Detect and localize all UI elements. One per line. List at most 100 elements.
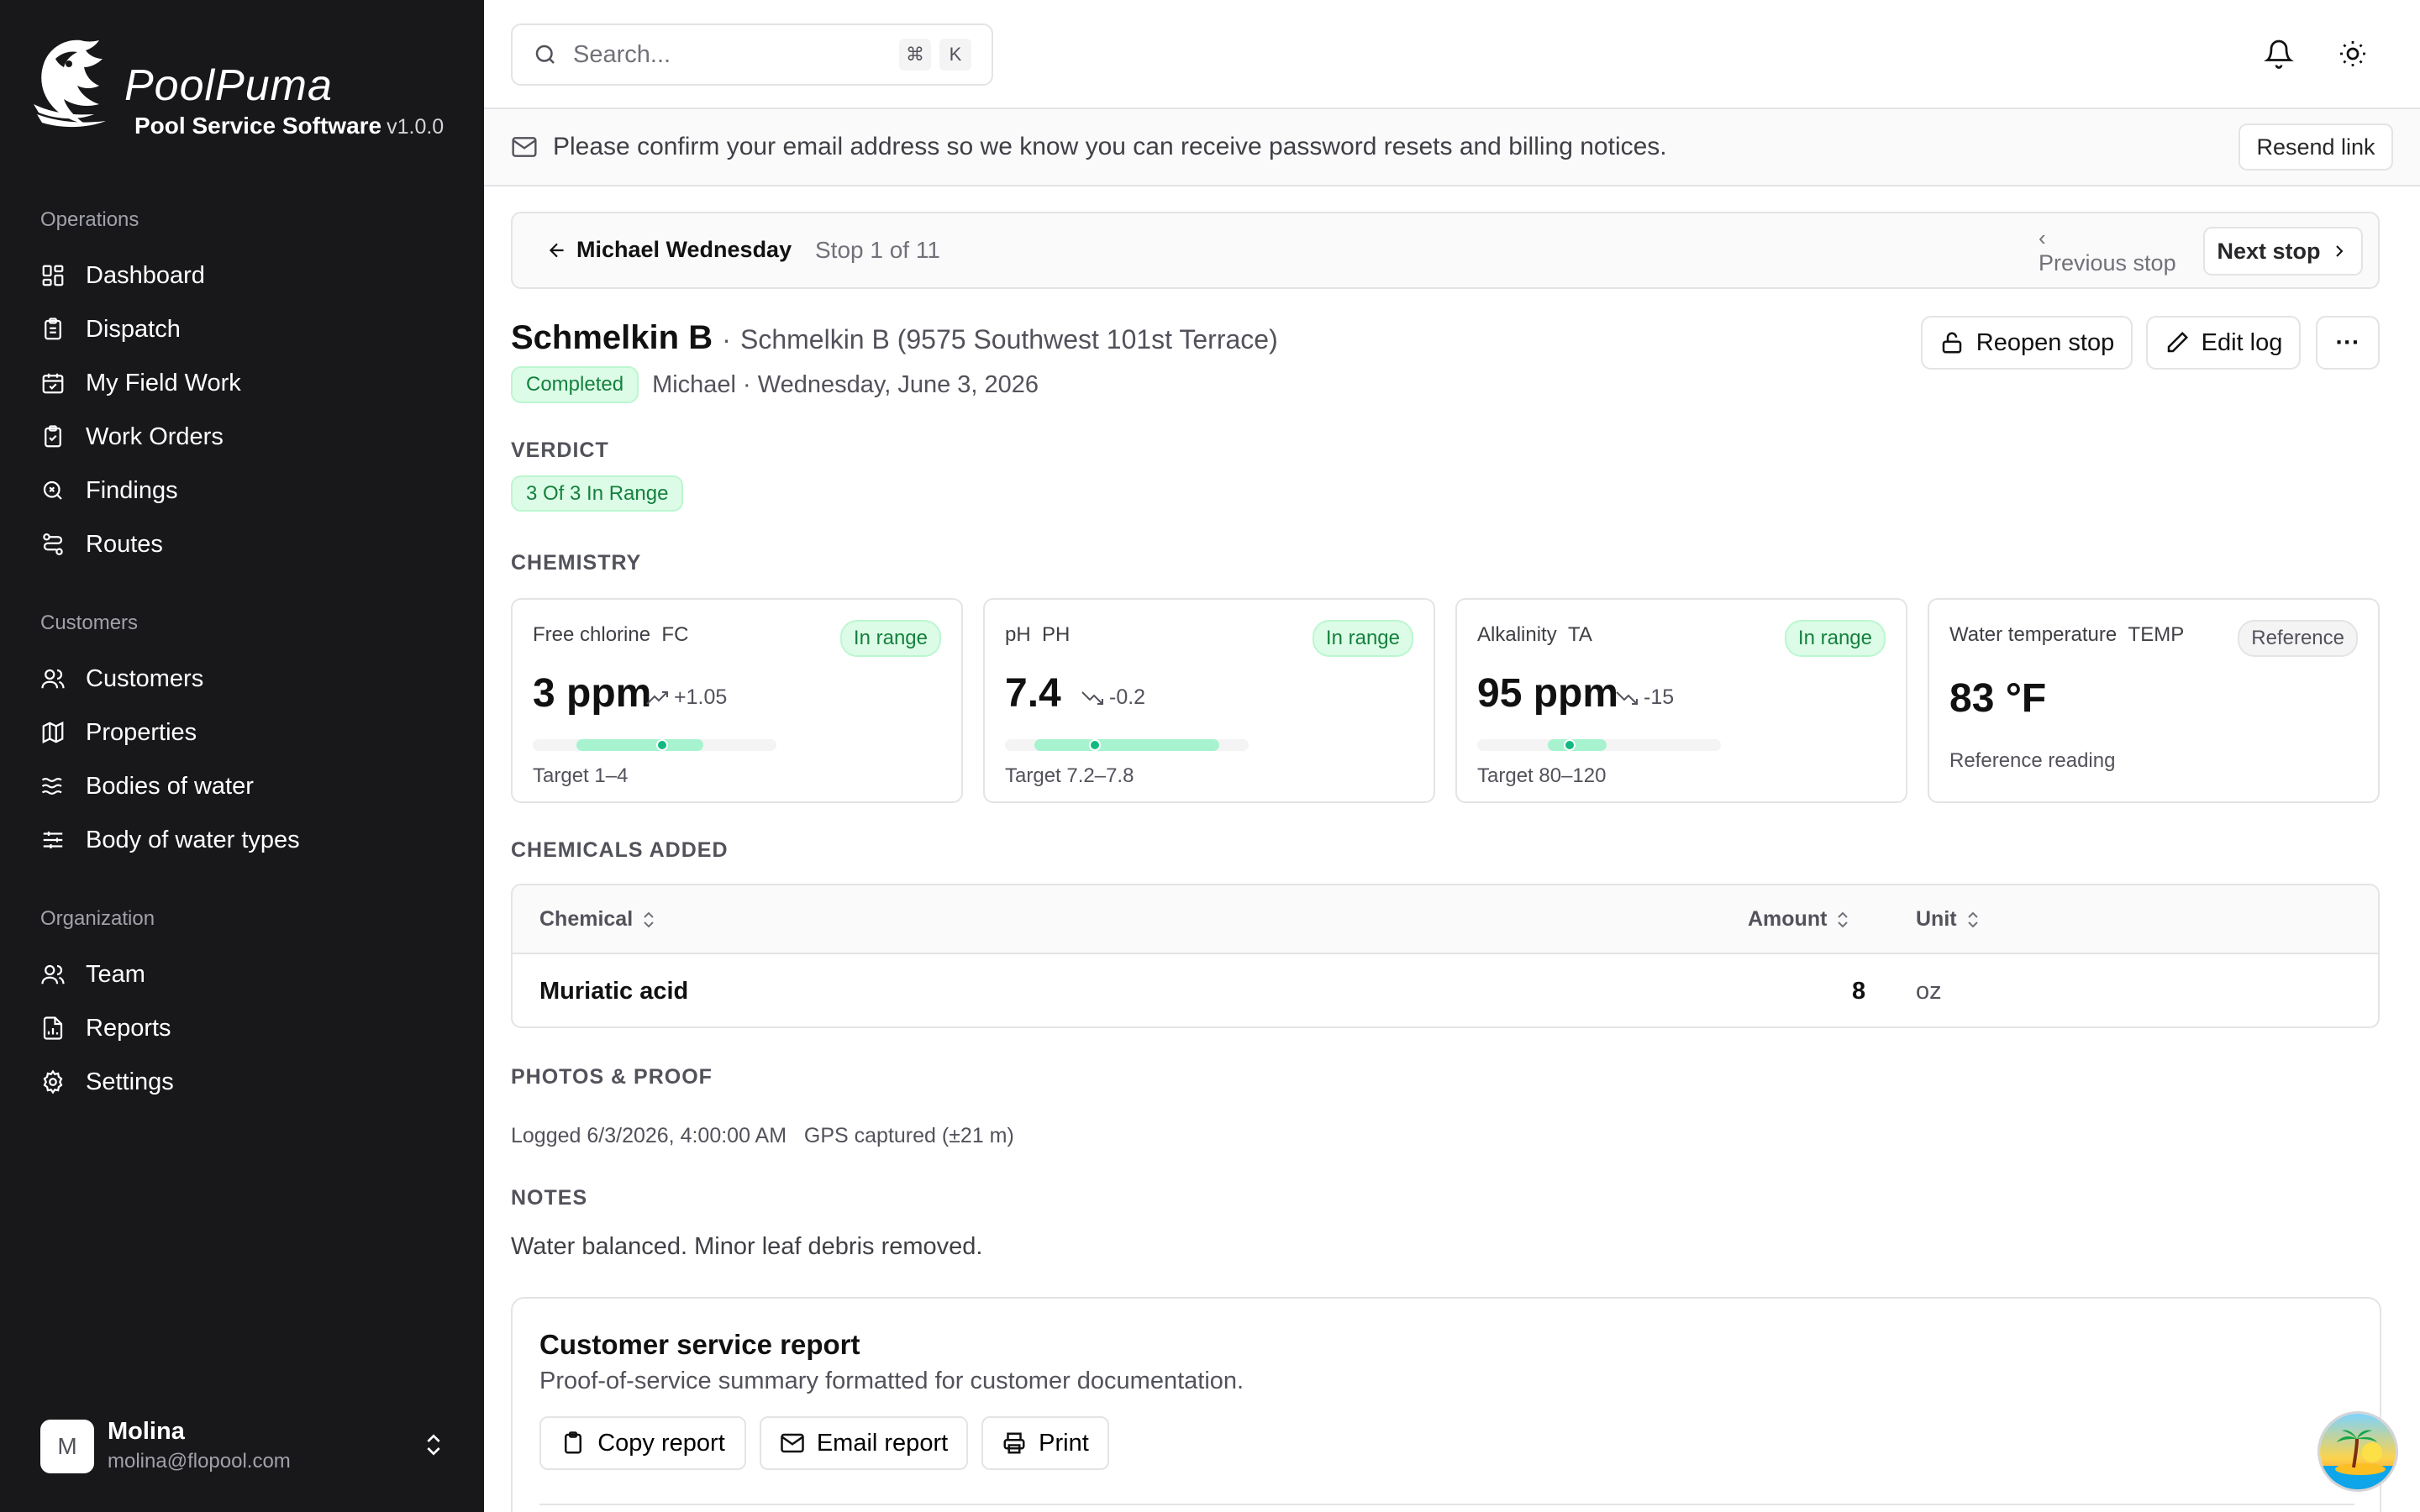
email-report-button[interactable]: Email report <box>760 1416 968 1470</box>
mail-icon <box>512 137 537 157</box>
chem-name: Free chlorine <box>533 623 651 646</box>
nav-section-operations: Operations <box>40 208 139 231</box>
table-header: Chemical Amount Unit <box>513 885 2378 954</box>
sidebar-item-body-of-water-types[interactable]: Body of water types <box>40 820 300 860</box>
sidebar-item-label: Properties <box>86 718 197 746</box>
resend-link-button[interactable]: Resend link <box>2238 123 2393 171</box>
sidebar-item-routes[interactable]: Routes <box>40 524 163 564</box>
sidebar-item-customers[interactable]: Customers <box>40 659 203 699</box>
sidebar-item-bodies-of-water[interactable]: Bodies of water <box>40 766 254 806</box>
unlock-icon <box>1942 332 1962 354</box>
trend-down-icon <box>1081 690 1103 705</box>
brand-subtitle-text: Pool Service Software <box>134 113 382 139</box>
reference-badge: Reference <box>2238 620 2358 657</box>
sidebar: PoolPuma Pool Service Software v1.0.0 Ope… <box>0 0 484 1512</box>
sidebar-item-label: Reports <box>86 1014 171 1042</box>
email-confirm-banner: Please confirm your email address so we … <box>484 109 2420 186</box>
range-bar <box>1005 739 1249 751</box>
chem-card-ph: pH PH In range 7.4 -0.2 Target 7.2–7.8 <box>983 598 1435 803</box>
sidebar-item-findings[interactable]: Findings <box>40 470 178 511</box>
column-chemical[interactable]: Chemical <box>539 907 656 932</box>
stop-navigation: Michael Wednesday Stop 1 of 11 ‹ Previou… <box>511 212 2380 289</box>
stop-counter: Stop 1 of 11 <box>815 237 940 263</box>
target-range-fill <box>1548 739 1607 751</box>
users-icon <box>41 964 65 984</box>
back-to-route-link[interactable]: Michael Wednesday <box>546 237 792 263</box>
sidebar-item-label: Dashboard <box>86 261 205 289</box>
column-amount[interactable]: Amount <box>1748 907 1850 932</box>
chem-name: Alkalinity <box>1477 623 1557 646</box>
verdict-heading: VERDICT <box>511 438 609 462</box>
puma-logo-icon <box>34 39 106 128</box>
waves-icon <box>41 777 62 795</box>
sidebar-item-label: Work Orders <box>86 423 224 450</box>
app-version: v1.0.0 <box>387 115 445 139</box>
more-actions-button[interactable]: ··· <box>2316 316 2380 370</box>
chem-value: 83 °F <box>1949 676 2047 721</box>
notes-text: Water balanced. Minor leaf debris remove… <box>511 1233 983 1260</box>
sidebar-item-settings[interactable]: Settings <box>40 1062 174 1102</box>
stop-name: Schmelkin B <box>511 319 713 356</box>
photos-proof-heading: PHOTOS & PROOF <box>511 1065 713 1089</box>
nav-section-organization: Organization <box>40 907 155 930</box>
column-label: Chemical <box>539 907 634 931</box>
chem-target: Target 7.2–7.8 <box>1005 764 1134 787</box>
chem-delta: +1.05 <box>645 685 727 710</box>
reading-marker <box>655 739 668 751</box>
next-stop-button[interactable]: Next stop <box>2203 227 2363 276</box>
copy-report-button[interactable]: Copy report <box>539 1416 746 1470</box>
stop-meta: Michael · Wednesday, June 3, 2026 <box>652 370 1039 398</box>
chem-code: TA <box>1568 623 1592 646</box>
reopen-stop-button[interactable]: Reopen stop <box>1921 316 2133 370</box>
sidebar-item-team[interactable]: Team <box>40 954 145 995</box>
logged-timestamp: Logged 6/3/2026, 4:00:00 AM <box>511 1124 787 1147</box>
search-input[interactable]: Search... ⌘ K <box>511 24 993 86</box>
sidebar-item-reports[interactable]: Reports <box>40 1008 171 1048</box>
sidebar-item-my-field-work[interactable]: My Field Work <box>40 363 241 403</box>
sidebar-item-dashboard[interactable]: Dashboard <box>40 255 205 296</box>
route-icon <box>43 533 63 555</box>
previous-stop-label: Previous stop <box>2039 250 2176 276</box>
cell-unit: oz <box>1916 978 1942 1005</box>
divider <box>539 1504 2354 1505</box>
sidebar-item-label: Dispatch <box>86 315 181 343</box>
sliders-icon <box>43 832 63 848</box>
sidebar-item-properties[interactable]: Properties <box>40 712 197 753</box>
brand-logo[interactable]: PoolPuma Pool Service Software v1.0.0 <box>30 34 467 151</box>
bell-icon[interactable] <box>2264 39 2294 69</box>
chem-label: pH PH <box>1005 623 1070 647</box>
chem-card-ta: Alkalinity TA In range 95 ppm -15 Target… <box>1455 598 1907 803</box>
email-report-label: Email report <box>816 1429 949 1457</box>
report-title: Customer service report <box>539 1329 860 1360</box>
topbar: Search... ⌘ K <box>484 0 2420 109</box>
chevrons-up-down-icon[interactable] <box>420 1431 447 1458</box>
edit-log-button[interactable]: Edit log <box>2146 316 2301 370</box>
print-button[interactable]: Print <box>981 1416 1109 1470</box>
title-separator: · <box>722 324 731 354</box>
arrow-left-icon <box>549 243 564 257</box>
customer-report-card: Customer service report Proof-of-service… <box>511 1297 2381 1512</box>
sidebar-item-dispatch[interactable]: Dispatch <box>40 309 181 349</box>
sun-icon[interactable] <box>2338 39 2368 69</box>
brand-subtitle: Pool Service Software v1.0.0 <box>134 113 444 139</box>
banner-message: Please confirm your email address so we … <box>553 133 1667 160</box>
page-title: Schmelkin B · Schmelkin B (9575 Southwes… <box>511 319 1278 357</box>
previous-stop-button[interactable]: ‹ Previous stop <box>2025 225 2193 279</box>
sidebar-item-label: Routes <box>86 530 163 558</box>
chem-value: 95 ppm <box>1477 671 1619 716</box>
chem-card-temp: Water temperature TEMP Reference 83 °F R… <box>1928 598 2380 803</box>
user-menu[interactable]: M Molina molina@flopool.com <box>40 1418 447 1473</box>
assistant-avatar-button[interactable] <box>2317 1411 2398 1492</box>
column-unit[interactable]: Unit <box>1916 907 1981 932</box>
gear-icon <box>43 1069 63 1095</box>
clipboard-icon <box>45 318 61 340</box>
shortcut-key-k: K <box>939 39 971 71</box>
pencil-icon <box>2167 331 2188 353</box>
user-name: Molina <box>108 1418 185 1445</box>
chevron-left-icon: ‹ <box>2039 225 2046 250</box>
users-icon <box>41 669 65 689</box>
sidebar-item-work-orders[interactable]: Work Orders <box>40 417 224 457</box>
avatar: M <box>40 1420 94 1473</box>
chem-name: Water temperature <box>1949 623 2118 646</box>
chem-name: pH <box>1005 623 1031 646</box>
